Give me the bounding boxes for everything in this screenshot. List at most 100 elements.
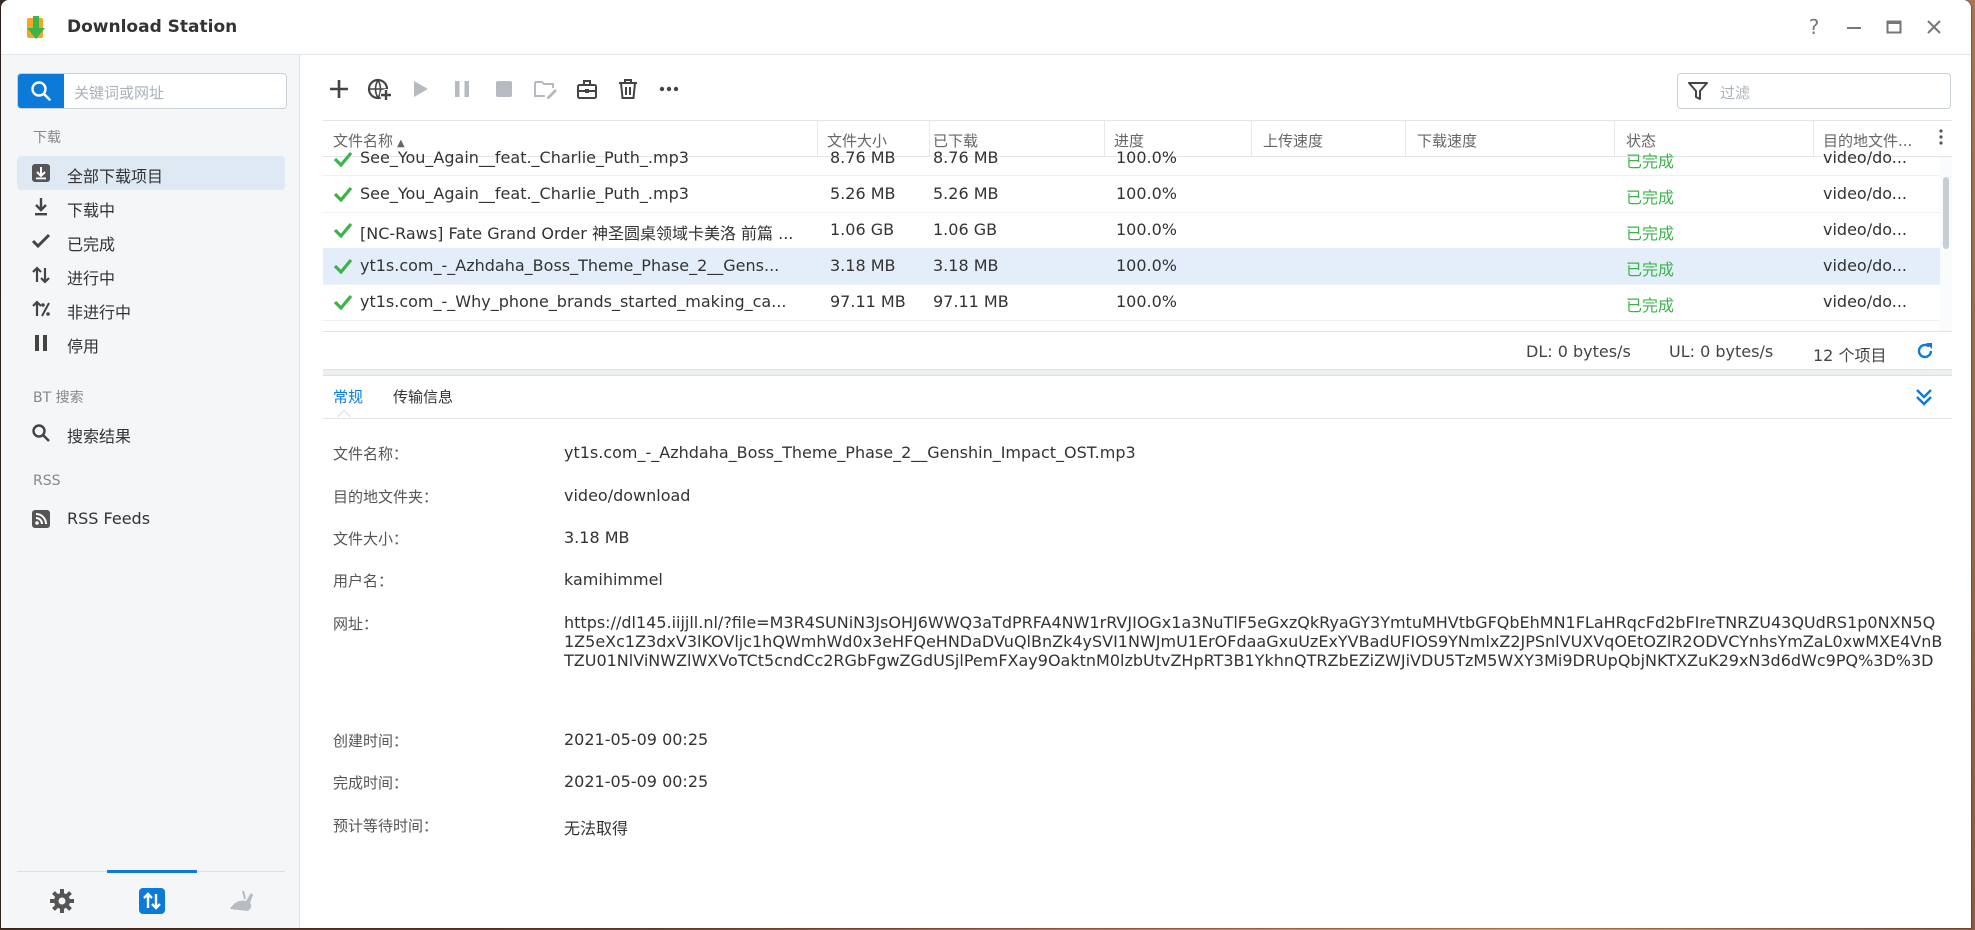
cell-size: 8.76 MB xyxy=(830,148,896,167)
cell-size: 3.18 MB xyxy=(830,256,896,275)
cell-downloaded: 5.26 MB xyxy=(933,184,999,203)
sidebar-item-search-results[interactable]: 搜索结果 xyxy=(17,416,285,450)
table-row[interactable]: See_You_Again__feat._Charlie_Puth_.mp3 5… xyxy=(323,176,1940,213)
gear-icon[interactable] xyxy=(47,886,77,916)
tab-transfer-info[interactable]: 传输信息 xyxy=(393,386,453,407)
sidebar-item-label: 非进行中 xyxy=(67,303,132,322)
detail-value-url: https://dl145.iijjll.nl/?file=M3R4SUNiN3… xyxy=(564,613,1943,670)
search-input[interactable]: 关键词或网址 xyxy=(17,73,287,109)
table-row[interactable]: See_You_Again__feat._Charlie_Puth_.mp3 8… xyxy=(323,147,1940,176)
search-placeholder: 关键词或网址 xyxy=(74,84,165,102)
scrollbar-thumb[interactable] xyxy=(1943,177,1949,249)
sidebar-item-paused[interactable]: 停用 xyxy=(17,326,285,360)
section-rss-heading: RSS xyxy=(33,473,61,489)
collapse-panel-icon[interactable] xyxy=(1913,386,1935,408)
table-row[interactable]: [NC-Raws] Fate Grand Order 神圣圆桌领域卡美洛 前篇 … xyxy=(323,212,1940,249)
transfer-list-icon[interactable] xyxy=(137,886,167,916)
sidebar: 关键词或网址 下载 全部下载项目 下载中 已完成 进行中 非进行中 停用 BT … xyxy=(1,55,300,928)
help-icon[interactable]: ? xyxy=(1801,14,1827,40)
detail-label-completed: 完成时间： xyxy=(333,774,409,792)
table-row[interactable]: yt1s.com_-_Why_phone_brands_started_maki… xyxy=(323,284,1940,321)
cell-status: 已完成 xyxy=(1626,152,1675,171)
sidebar-item-completed[interactable]: 已完成 xyxy=(17,224,285,258)
sidebar-item-rss-feeds[interactable]: RSS Feeds xyxy=(17,502,285,536)
sidebar-item-label: RSS Feeds xyxy=(67,509,151,528)
cell-status: 已完成 xyxy=(1626,260,1675,279)
sidebar-item-label: 下载中 xyxy=(67,201,116,220)
sidebar-item-label: 进行中 xyxy=(67,269,116,288)
cell-name: [NC-Raws] Fate Grand Order 神圣圆桌领域卡美洛 前篇 … xyxy=(360,224,794,243)
detail-value-size: 3.18 MB xyxy=(564,528,630,547)
filter-icon xyxy=(1688,81,1708,105)
table-row-selected[interactable]: yt1s.com_-_Azhdaha_Boss_Theme_Phase_2__G… xyxy=(323,248,1940,285)
resume-icon[interactable] xyxy=(406,75,434,103)
close-icon[interactable] xyxy=(1921,14,1947,40)
status-bar: DL: 0 bytes/s UL: 0 bytes/s 12 个项目 xyxy=(323,331,1952,370)
edit-folder-icon[interactable] xyxy=(531,75,559,103)
cell-name: See_You_Again__feat._Charlie_Puth_.mp3 xyxy=(360,148,689,167)
cell-status: 已完成 xyxy=(1626,188,1675,207)
stop-icon[interactable] xyxy=(490,75,518,103)
footer-active-indicator xyxy=(107,870,197,873)
delete-icon[interactable] xyxy=(614,75,642,103)
add-url-icon[interactable] xyxy=(366,75,394,103)
cell-name: yt1s.com_-_Azhdaha_Boss_Theme_Phase_2__G… xyxy=(360,256,780,275)
detail-label-destination: 目的地文件夹： xyxy=(333,488,439,506)
detail-label-username: 用户名： xyxy=(333,572,394,590)
cell-progress: 100.0% xyxy=(1116,292,1178,311)
sidebar-item-all-downloads[interactable]: 全部下载项目 xyxy=(17,156,285,190)
cell-destination: video/do... xyxy=(1823,220,1908,239)
bt-emule-icon[interactable] xyxy=(227,886,257,916)
completed-check-icon xyxy=(333,293,353,315)
pause-icon[interactable] xyxy=(448,75,476,103)
detail-label-url: 网址： xyxy=(333,615,379,633)
cell-progress: 100.0% xyxy=(1116,148,1178,167)
pause-icon xyxy=(31,333,51,353)
completed-check-icon xyxy=(333,150,353,172)
downloading-icon xyxy=(31,197,51,217)
sidebar-item-downloading[interactable]: 下载中 xyxy=(17,190,285,224)
settings-briefcase-icon[interactable] xyxy=(573,75,601,103)
cell-progress: 100.0% xyxy=(1116,184,1178,203)
search-icon xyxy=(31,423,51,443)
sidebar-item-inactive[interactable]: 非进行中 xyxy=(17,292,285,326)
detail-value-destination: video/download xyxy=(564,486,691,505)
tab-general[interactable]: 常规 xyxy=(333,386,363,407)
cell-destination: video/do... xyxy=(1823,256,1908,275)
refresh-icon[interactable] xyxy=(1915,341,1935,365)
sidebar-item-active[interactable]: 进行中 xyxy=(17,258,285,292)
detail-value-eta: 无法取得 xyxy=(564,819,629,838)
search-icon[interactable] xyxy=(18,74,64,108)
download-speed-total: DL: 0 bytes/s xyxy=(1526,342,1631,361)
minimize-icon[interactable] xyxy=(1841,14,1867,40)
sidebar-item-label: 搜索结果 xyxy=(67,427,132,446)
cell-downloaded: 8.76 MB xyxy=(933,148,999,167)
download-all-icon xyxy=(31,163,51,183)
cell-destination: video/do... xyxy=(1823,184,1908,203)
active-transfer-icon xyxy=(31,265,51,285)
completed-check-icon xyxy=(333,257,353,279)
sidebar-footer xyxy=(17,870,285,928)
add-icon[interactable] xyxy=(325,75,353,103)
detail-label-size: 文件大小： xyxy=(333,530,409,548)
panel-splitter[interactable] xyxy=(323,369,1952,376)
cell-downloaded: 97.11 MB xyxy=(933,292,1009,311)
rss-icon xyxy=(31,509,51,529)
cell-name: yt1s.com_-_Why_phone_brands_started_maki… xyxy=(360,292,787,311)
download-station-window: Download Station ? 关键词或网址 下载 全部下载项目 下载中 … xyxy=(1,0,1971,928)
inactive-percent-icon xyxy=(31,299,51,319)
detail-tabs: 常规 传输信息 xyxy=(323,376,1952,419)
cell-size: 97.11 MB xyxy=(830,292,906,311)
maximize-icon[interactable] xyxy=(1881,14,1907,40)
active-tab-indicator xyxy=(337,410,351,417)
detail-value-username: kamihimmel xyxy=(564,570,663,589)
cell-progress: 100.0% xyxy=(1116,220,1178,239)
cell-status: 已完成 xyxy=(1626,296,1675,315)
filter-input[interactable]: 过滤 xyxy=(1677,73,1951,109)
more-icon[interactable] xyxy=(655,75,683,103)
sidebar-item-label: 全部下载项目 xyxy=(67,167,164,186)
cell-size: 5.26 MB xyxy=(830,184,896,203)
download-station-logo-icon xyxy=(25,14,53,42)
completed-check-icon xyxy=(333,221,353,243)
sidebar-item-label: 停用 xyxy=(67,337,100,356)
